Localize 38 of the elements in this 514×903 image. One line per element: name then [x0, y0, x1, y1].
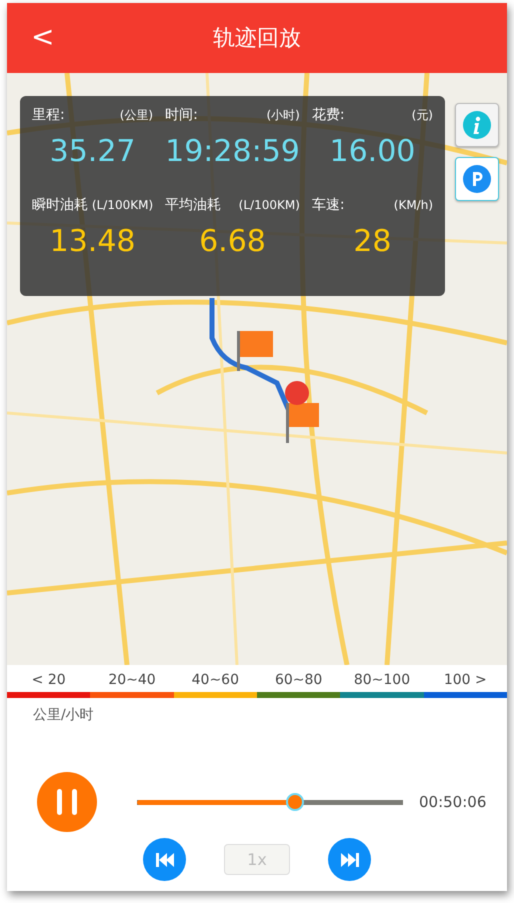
- speed-range-label: 100 >: [442, 671, 488, 690]
- stat-label: 车速:: [312, 196, 345, 214]
- fast-forward-icon: [340, 852, 360, 868]
- stat-value: 28: [352, 224, 393, 259]
- stat-value: 16.00: [328, 134, 416, 169]
- stat-label: 瞬时油耗: [32, 196, 88, 214]
- stat-unit: (元): [412, 107, 433, 124]
- speed-range-label: 80~100: [352, 671, 412, 690]
- speed-range-label: 20~40: [107, 671, 157, 690]
- unit-label: 公里/小时: [32, 706, 95, 724]
- speed-range-label: 60~80: [274, 671, 324, 690]
- stat-value: 6.68: [198, 224, 267, 259]
- parking-icon: [463, 165, 491, 193]
- stat-value: 35.27: [48, 134, 136, 169]
- fast-forward-button[interactable]: [328, 838, 371, 881]
- speed-range-label: < 20: [30, 671, 67, 690]
- stat-value: 13.48: [48, 224, 136, 259]
- elapsed-time: 00:50:06: [419, 793, 486, 811]
- back-button[interactable]: <: [23, 21, 62, 53]
- slider-thumb[interactable]: [286, 793, 304, 811]
- stat-unit: (L/100KM): [92, 198, 154, 212]
- info-icon: [463, 111, 491, 139]
- stat-label: 时间:: [165, 106, 198, 124]
- stat-value: 19:28:59: [165, 134, 300, 169]
- stat-unit: (KM/h): [394, 198, 433, 212]
- stat-unit: (公里): [120, 107, 154, 124]
- stat-unit: (L/100KM): [238, 198, 300, 212]
- page-title: 轨迹回放: [213, 25, 301, 53]
- info-button[interactable]: [455, 103, 499, 147]
- stat-unit: (小时): [266, 107, 300, 124]
- stat-label: 平均油耗: [165, 196, 222, 214]
- pause-icon: [55, 789, 79, 815]
- speed-range-label: 40~60: [190, 671, 240, 690]
- rewind-icon: [154, 852, 174, 868]
- stat-label: 花费:: [312, 106, 345, 124]
- stat-label: 里程:: [32, 106, 65, 124]
- parking-button[interactable]: [455, 157, 499, 201]
- rewind-button[interactable]: [143, 838, 186, 881]
